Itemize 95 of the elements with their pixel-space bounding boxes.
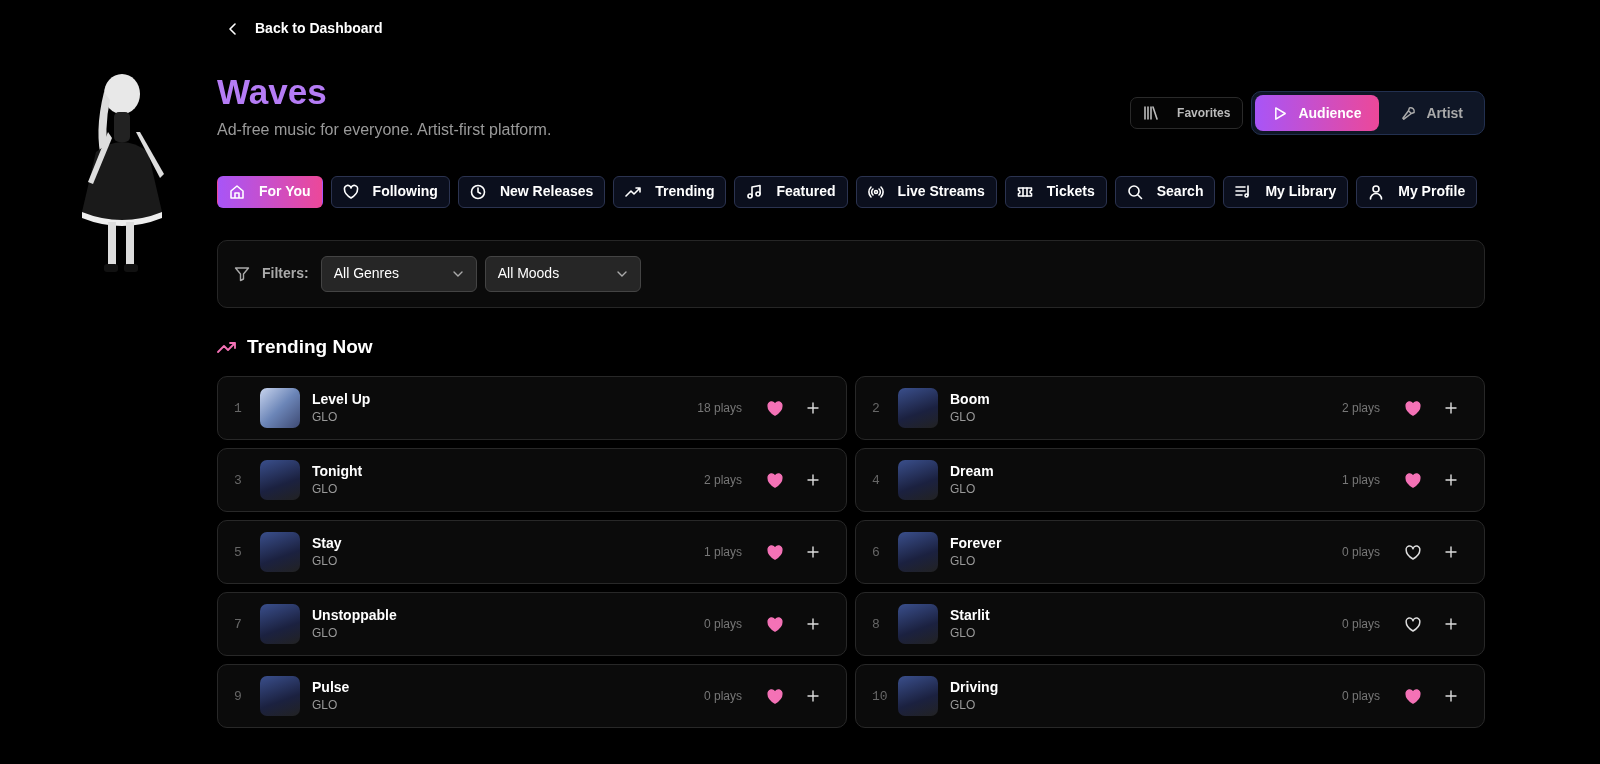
chevron-down-icon	[451, 269, 464, 278]
plus-icon	[807, 690, 819, 703]
track-artist: GLO	[312, 696, 339, 714]
nav-tab[interactable]: New Releases	[457, 175, 606, 208]
photo-placeholder	[260, 532, 300, 573]
photo-placeholder	[260, 676, 300, 717]
track-title: Tonight	[312, 462, 363, 480]
track-title: Driving	[950, 678, 999, 696]
photo-placeholder	[898, 388, 938, 429]
library-icon	[1143, 106, 1160, 120]
play-count: 18 plays	[697, 400, 742, 418]
track-rank: 5	[234, 543, 243, 562]
play-count: 0 plays	[703, 688, 742, 706]
track-title: Level Up	[312, 390, 371, 408]
nav-tab[interactable]: Tickets	[1004, 175, 1107, 208]
track-artist: GLO	[312, 480, 339, 498]
track-title: Stay	[312, 534, 342, 552]
plus-icon	[807, 474, 819, 487]
track-artist: GLO	[312, 624, 339, 642]
search-icon	[1126, 183, 1143, 200]
section-title: Trending Now	[247, 335, 373, 359]
music-note-icon	[746, 183, 763, 200]
track-artist: GLO	[312, 408, 339, 426]
plus-icon	[1445, 474, 1457, 487]
photo-placeholder	[898, 532, 938, 573]
play-count: 0 plays	[1341, 688, 1380, 706]
track-rank: 10	[872, 687, 889, 706]
track-rank: 6	[872, 543, 881, 562]
mode-tab[interactable]: Audience	[1255, 95, 1380, 131]
filter-icon	[234, 265, 250, 282]
photo-placeholder	[260, 388, 300, 429]
play-count: 2 plays	[703, 472, 742, 490]
plus-icon	[807, 546, 819, 559]
nav-tab[interactable]: Live Streams	[855, 175, 997, 208]
heart-icon	[342, 183, 359, 200]
track-title: Forever	[950, 534, 1002, 552]
filter-dropdown[interactable]: All Genres	[320, 255, 477, 292]
home-icon	[229, 183, 245, 200]
favorites-button[interactable]: Favorites	[1130, 97, 1244, 129]
play-count: 2 plays	[1341, 400, 1380, 418]
user-icon	[1368, 183, 1385, 200]
track-artist: GLO	[950, 480, 977, 498]
plus-icon	[1445, 402, 1457, 415]
track-rank: 2	[872, 399, 881, 418]
tagline: Ad-free music for everyone. Artist-first platform.	[217, 119, 552, 140]
play-count: 0 plays	[703, 616, 742, 634]
track-title: Unstoppable	[312, 606, 397, 624]
plus-icon	[1445, 546, 1457, 559]
nav-tab[interactable]: Featured	[734, 175, 848, 208]
playlist-icon	[1235, 183, 1252, 200]
photo-placeholder	[260, 460, 300, 501]
filters-label: Filters:	[262, 264, 309, 283]
mode-tab[interactable]: Artist	[1383, 95, 1481, 131]
clock-icon	[469, 183, 486, 200]
track-artist: GLO	[950, 624, 977, 642]
filter-dropdown[interactable]: All Moods	[484, 255, 641, 292]
nav-tab[interactable]: For You	[217, 175, 323, 208]
nav-tab[interactable]: My Library	[1223, 175, 1349, 208]
trending-icon	[217, 340, 237, 353]
track-rank: 1	[234, 399, 243, 418]
nav-tab[interactable]: My Profile	[1356, 175, 1478, 208]
play-count: 1 plays	[1341, 472, 1380, 490]
track-title: Dream	[950, 462, 994, 480]
nav-tab[interactable]: Trending	[613, 175, 727, 208]
chevron-down-icon	[615, 269, 628, 278]
plus-icon	[1445, 690, 1457, 703]
play-count: 0 plays	[1341, 616, 1380, 634]
track-rank: 8	[872, 615, 881, 634]
nav-tab[interactable]: Following	[330, 175, 450, 208]
app-title: Waves	[217, 73, 328, 112]
track-title: Boom	[950, 390, 990, 408]
track-title: Pulse	[312, 678, 350, 696]
photo-placeholder	[898, 604, 938, 645]
track-title: Starlit	[950, 606, 990, 624]
track-rank: 7	[234, 615, 243, 634]
play-icon	[1273, 105, 1289, 121]
track-rank: 9	[234, 687, 243, 706]
photo-placeholder	[898, 676, 938, 717]
plus-icon	[807, 618, 819, 631]
track-rank: 4	[872, 471, 881, 490]
microphone-icon	[1401, 105, 1417, 121]
play-count: 1 plays	[703, 544, 742, 562]
back-link[interactable]: Back to Dashboard	[229, 18, 383, 39]
track-rank: 3	[234, 471, 243, 490]
nav-tab[interactable]: Search	[1114, 175, 1216, 208]
plus-icon	[807, 402, 819, 415]
track-artist: GLO	[950, 696, 977, 714]
play-count: 0 plays	[1341, 544, 1380, 562]
photo-placeholder	[898, 460, 938, 501]
broadcast-icon	[867, 183, 884, 200]
track-artist: GLO	[312, 552, 339, 570]
track-artist: GLO	[950, 552, 977, 570]
plus-icon	[1445, 618, 1457, 631]
photo-placeholder	[260, 604, 300, 645]
track-artist: GLO	[950, 408, 977, 426]
